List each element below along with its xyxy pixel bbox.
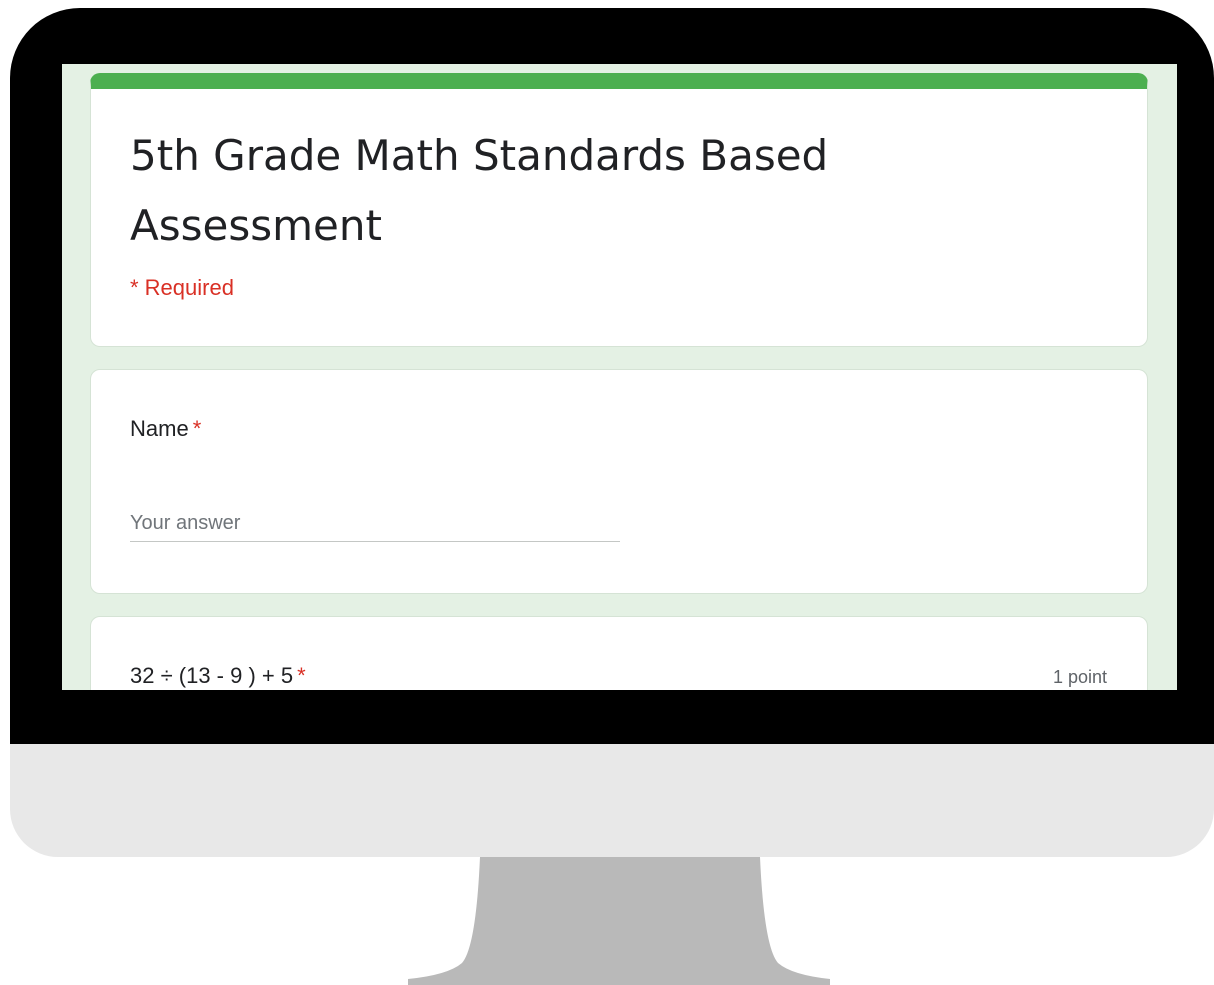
question-card-math: 32 ÷ (13 - 9 ) + 5 * 1 point	[90, 616, 1148, 690]
form-header-card: 5th Grade Math Standards Based Assessmen…	[90, 73, 1148, 347]
question-label-text: 32 ÷ (13 - 9 ) + 5	[130, 663, 294, 688]
required-note: * Required	[130, 275, 234, 300]
form-screen: 5th Grade Math Standards Based Assessmen…	[62, 64, 1177, 690]
question-card-name: Name *	[90, 369, 1148, 594]
question-label-text: Name	[130, 416, 189, 441]
form-title: 5th Grade Math Standards Based Assessmen…	[130, 131, 829, 250]
question-points: 1 point	[1052, 667, 1107, 687]
question-label-math: 32 ÷ (13 - 9 ) + 5 *	[130, 663, 306, 689]
question-label-name: Name *	[130, 416, 201, 442]
required-asterisk: *	[192, 416, 202, 441]
required-asterisk: *	[297, 663, 306, 688]
monitor-chin	[10, 744, 1214, 857]
name-answer-input[interactable]	[130, 505, 620, 542]
desktop-monitor: 5th Grade Math Standards Based Assessmen…	[0, 0, 1214, 985]
monitor-stand	[408, 857, 830, 985]
